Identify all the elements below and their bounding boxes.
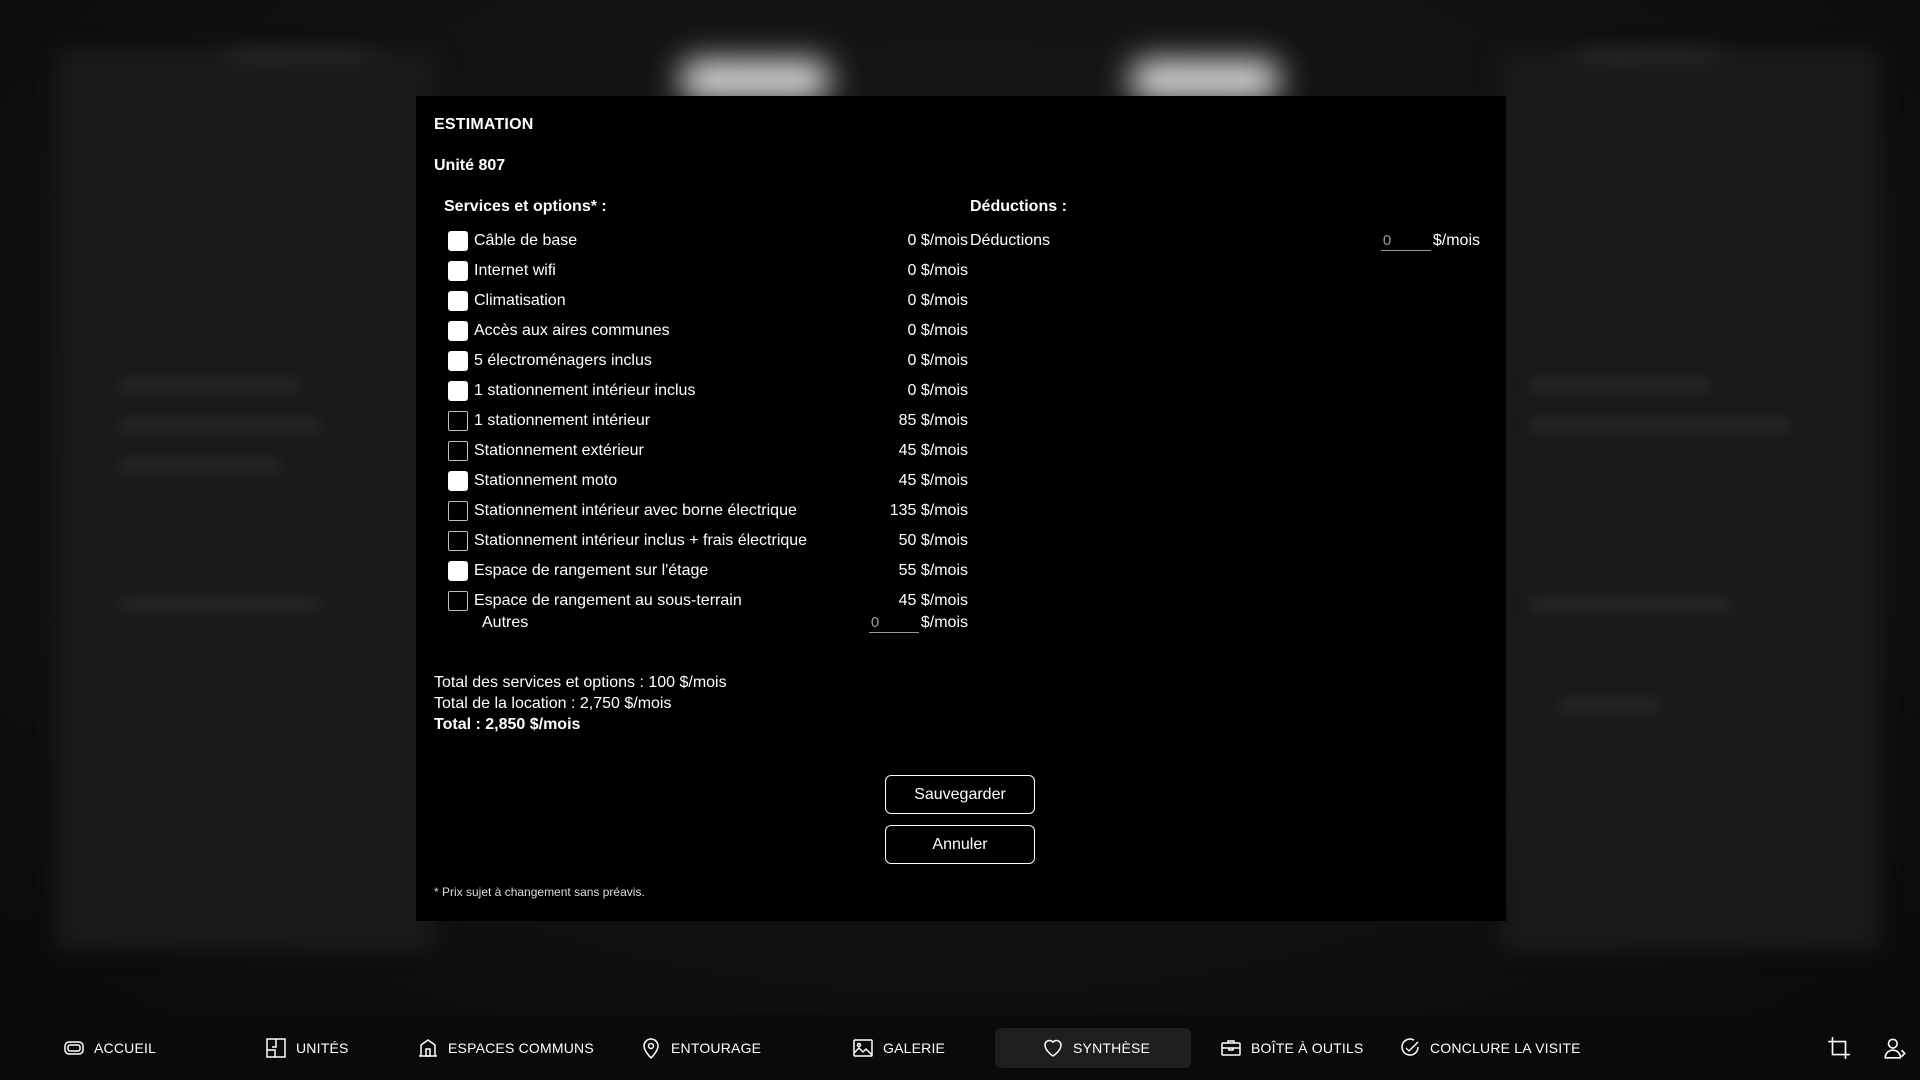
service-row-cable[interactable]: Câble de base 0 $/mois <box>448 226 968 256</box>
service-label: Câble de base <box>474 232 578 249</box>
service-row-electromenagers[interactable]: 5 électroménagers inclus 0 $/mois <box>448 346 968 376</box>
service-checkbox[interactable] <box>448 411 468 431</box>
nav-item-accueil[interactable]: ACCUEIL <box>62 1028 156 1068</box>
services-heading: Services et options* : <box>444 198 607 215</box>
deduction-row: Déductions $/mois <box>970 226 1480 256</box>
service-label: 1 stationnement intérieur <box>474 412 651 429</box>
service-checkbox[interactable] <box>448 291 468 311</box>
service-price: 0 $/mois <box>907 292 968 309</box>
service-row-climatisation[interactable]: Climatisation 0 $/mois <box>448 286 968 316</box>
unit-title: Unité 807 <box>434 157 506 174</box>
total-grand: Total : 2,850 $/mois <box>434 716 581 733</box>
service-label: Stationnement intérieur inclus + frais é… <box>474 532 808 549</box>
service-checkbox[interactable] <box>448 441 468 461</box>
service-label: Espace de rangement au sous-terrain <box>474 592 742 609</box>
service-price: 0 $/mois <box>907 232 968 249</box>
service-price: 85 $/mois <box>898 412 968 429</box>
nav-item-entourage[interactable]: ENTOURAGE <box>639 1028 761 1068</box>
nav-item-unites[interactable]: UNITÉS <box>264 1028 349 1068</box>
bottom-navbar: ACCUEIL UNITÉS ESPACES COMMUNS ENTOURAGE… <box>0 1015 1920 1080</box>
service-row-borne-electrique[interactable]: Stationnement intérieur avec borne élect… <box>448 496 968 526</box>
autres-label: Autres <box>482 614 529 631</box>
service-price: 0 $/mois <box>907 262 968 279</box>
nav-item-boite-a-outils[interactable]: BOÎTE À OUTILS <box>1219 1028 1364 1068</box>
nav-item-conclure[interactable]: CONCLURE LA VISITE <box>1398 1028 1581 1068</box>
building-icon <box>416 1036 440 1060</box>
service-checkbox[interactable] <box>448 591 468 611</box>
service-label: 1 stationnement intérieur inclus <box>474 382 696 399</box>
nav-item-synthese[interactable]: SYNTHÈSE <box>995 1028 1191 1068</box>
floorplan-icon <box>264 1036 288 1060</box>
service-checkbox[interactable] <box>448 321 468 341</box>
service-price: 55 $/mois <box>898 562 968 579</box>
service-label: Accès aux aires communes <box>474 322 670 339</box>
service-row-stationnement-inclus[interactable]: 1 stationnement intérieur inclus 0 $/moi… <box>448 376 968 406</box>
nav-label: CONCLURE LA VISITE <box>1430 1040 1581 1056</box>
nav-label: BOÎTE À OUTILS <box>1251 1040 1364 1056</box>
nav-label: ACCUEIL <box>94 1040 157 1056</box>
total-services: Total des services et options : 100 $/mo… <box>434 674 727 691</box>
deduction-suffix: $/mois <box>1432 232 1480 249</box>
service-row-aires-communes[interactable]: Accès aux aires communes 0 $/mois <box>448 316 968 346</box>
deduction-label: Déductions <box>970 232 1051 249</box>
service-label: Espace de rangement sur l'étage <box>474 562 709 579</box>
check-circle-icon <box>1398 1036 1422 1060</box>
service-row-stationnement-exterieur[interactable]: Stationnement extérieur 45 $/mois <box>448 436 968 466</box>
service-row-stationnement-moto[interactable]: Stationnement moto 45 $/mois <box>448 466 968 496</box>
service-label: Internet wifi <box>474 262 556 279</box>
service-checkbox[interactable] <box>448 531 468 551</box>
save-button[interactable]: Sauvegarder <box>885 775 1035 814</box>
total-location: Total de la location : 2,750 $/mois <box>434 695 672 712</box>
service-label: Stationnement moto <box>474 472 618 489</box>
nav-label: SYNTHÈSE <box>1073 1040 1151 1056</box>
service-row-rangement-sous-terrain[interactable]: Espace de rangement au sous-terrain 45 $… <box>448 586 968 616</box>
nav-label: ENTOURAGE <box>671 1040 762 1056</box>
nav-label: UNITÉS <box>296 1040 349 1056</box>
service-row-stationnement-interieur[interactable]: 1 stationnement intérieur 85 $/mois <box>448 406 968 436</box>
services-list: Câble de base 0 $/mois Internet wifi 0 $… <box>448 226 968 634</box>
service-price: 135 $/mois <box>889 502 968 519</box>
service-label: Climatisation <box>474 292 566 309</box>
cancel-button[interactable]: Annuler <box>885 825 1035 864</box>
service-price: 0 $/mois <box>907 352 968 369</box>
toolbox-icon <box>1219 1036 1243 1060</box>
service-price: 45 $/mois <box>898 442 968 459</box>
service-checkbox[interactable] <box>448 351 468 371</box>
nav-label: GALERIE <box>883 1040 946 1056</box>
nav-item-espaces-communs[interactable]: ESPACES COMMUNS <box>416 1028 594 1068</box>
service-row-frais-electrique[interactable]: Stationnement intérieur inclus + frais é… <box>448 526 968 556</box>
service-row-rangement-etage[interactable]: Espace de rangement sur l'étage 55 $/moi… <box>448 556 968 586</box>
service-checkbox[interactable] <box>448 261 468 281</box>
nav-label: ESPACES COMMUNS <box>448 1040 594 1056</box>
nav-item-galerie[interactable]: GALERIE <box>851 1028 945 1068</box>
service-price: 0 $/mois <box>907 322 968 339</box>
image-icon <box>851 1036 875 1060</box>
service-checkbox[interactable] <box>448 561 468 581</box>
service-label: 5 électroménagers inclus <box>474 352 652 369</box>
service-price: 45 $/mois <box>898 592 968 609</box>
modal-title: ESTIMATION <box>434 116 534 133</box>
service-row-internet[interactable]: Internet wifi 0 $/mois <box>448 256 968 286</box>
totals: Total des services et options : 100 $/mo… <box>434 672 727 735</box>
service-checkbox[interactable] <box>448 381 468 401</box>
heart-icon <box>1041 1036 1065 1060</box>
footnote: * Prix sujet à changement sans préavis. <box>434 885 645 899</box>
user-icon[interactable] <box>1882 1035 1908 1061</box>
autres-input[interactable] <box>868 613 919 633</box>
service-checkbox[interactable] <box>448 471 468 491</box>
deduction-input[interactable] <box>1380 231 1431 251</box>
service-checkbox[interactable] <box>448 231 468 251</box>
service-price: 50 $/mois <box>898 532 968 549</box>
autres-suffix: $/mois <box>920 614 968 631</box>
home-icon <box>62 1036 86 1060</box>
deductions-heading: Déductions : <box>970 198 1067 215</box>
location-pin-icon <box>639 1036 663 1060</box>
estimation-modal: ESTIMATION Unité 807 Services et options… <box>416 96 1506 921</box>
service-price: 45 $/mois <box>898 472 968 489</box>
crop-icon[interactable] <box>1826 1035 1852 1061</box>
service-label: Stationnement intérieur avec borne élect… <box>474 502 797 519</box>
service-label: Stationnement extérieur <box>474 442 644 459</box>
service-checkbox[interactable] <box>448 501 468 521</box>
service-price: 0 $/mois <box>907 382 968 399</box>
